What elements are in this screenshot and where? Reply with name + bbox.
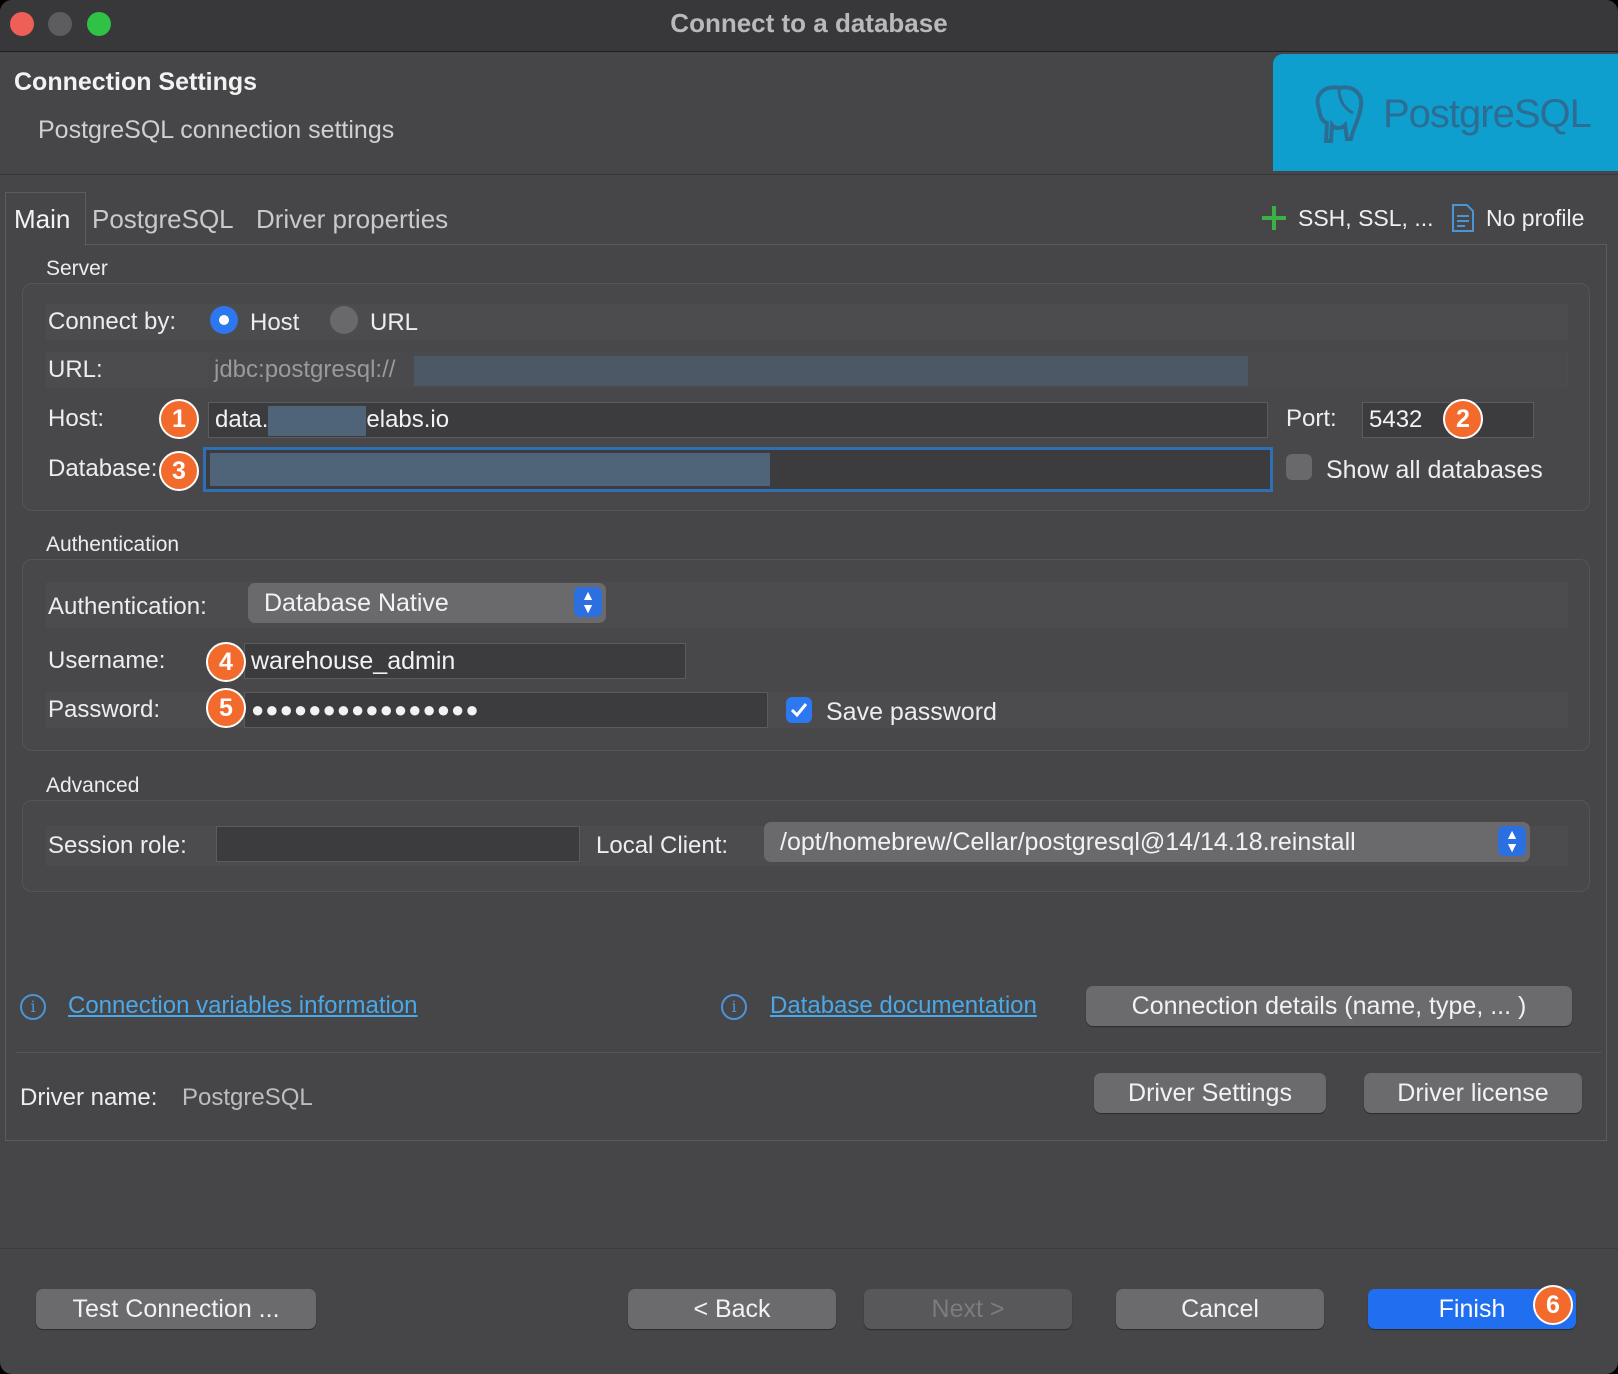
url-label: URL:	[48, 356, 103, 383]
ssh-ssl-label: SSH, SSL, ...	[1298, 205, 1434, 231]
show-all-databases-label: Show all databases	[1326, 456, 1543, 484]
authentication-select[interactable]: Database Native ▲ ▼	[248, 583, 606, 623]
url-value: jdbc:postgresql://	[214, 356, 396, 383]
step-badge-6: 6	[1533, 1285, 1573, 1325]
driver-settings-button[interactable]: Driver Settings	[1094, 1073, 1326, 1113]
connection-variables-link[interactable]: Connection variables information	[68, 992, 418, 1020]
url-option-label: URL	[370, 309, 419, 336]
server-group-title: Server	[46, 257, 108, 280]
profile-label: No profile	[1486, 205, 1585, 231]
connect-by-label: Connect by:	[48, 308, 177, 335]
document-icon	[1452, 204, 1474, 232]
password-input[interactable]: ●●●●●●●●●●●●●●●●	[244, 692, 768, 728]
password-label: Password:	[48, 696, 161, 723]
host-value-prefix: data.	[215, 406, 269, 433]
tab-postgresql[interactable]: PostgreSQL	[92, 204, 234, 235]
session-role-input[interactable]	[216, 826, 580, 862]
database-label: Database:	[48, 455, 158, 482]
elephant-icon	[1315, 85, 1364, 143]
chevron-updown-icon: ▲ ▼	[574, 587, 602, 617]
driver-license-button[interactable]: Driver license	[1364, 1073, 1582, 1113]
ssh-ssl-button[interactable]: SSH, SSL, ...	[1260, 200, 1440, 236]
show-all-databases-checkbox[interactable]	[1286, 454, 1312, 480]
session-role-label: Session role:	[48, 832, 187, 859]
save-password-checkbox[interactable]	[786, 697, 812, 723]
tab-driver-properties[interactable]: Driver properties	[256, 204, 448, 235]
host-option-label: Host	[250, 309, 300, 336]
local-client-value: /opt/homebrew/Cellar/postgresql@14/14.18…	[780, 828, 1356, 856]
url-radio[interactable]	[330, 306, 358, 334]
back-button[interactable]: < Back	[628, 1289, 836, 1329]
step-badge-5: 5	[206, 688, 246, 728]
chevron-updown-icon: ▲ ▼	[1498, 826, 1526, 856]
page-title: Connection Settings	[14, 68, 258, 96]
username-value: warehouse_admin	[251, 647, 456, 675]
window-title: Connect to a database	[670, 8, 948, 38]
auth-group-title: Authentication	[46, 533, 180, 556]
username-input[interactable]: warehouse_admin	[244, 643, 686, 679]
step-badge-2: 2	[1443, 399, 1483, 439]
checkmark-icon	[790, 703, 808, 718]
port-value: 5432	[1369, 406, 1423, 433]
page-subtitle: PostgreSQL connection settings	[38, 116, 395, 144]
info-icon: i	[721, 994, 747, 1020]
advanced-group-title: Advanced	[46, 774, 140, 797]
host-radio[interactable]	[210, 306, 238, 334]
test-connection-button[interactable]: Test Connection ...	[36, 1289, 316, 1329]
save-password-label: Save password	[826, 698, 997, 726]
postgresql-logo: PostgreSQL	[1273, 54, 1618, 171]
title-bar: Connect to a database	[0, 0, 1618, 52]
database-documentation-link[interactable]: Database documentation	[770, 992, 1037, 1020]
step-badge-1: 1	[159, 399, 199, 439]
host-redaction	[268, 405, 367, 436]
info-icon: i	[20, 994, 46, 1020]
connection-details-button[interactable]: Connection details (name, type, ... )	[1086, 986, 1572, 1026]
host-value-suffix: elabs.io	[366, 406, 450, 433]
local-client-label: Local Client:	[596, 832, 729, 859]
host-label: Host:	[48, 405, 105, 432]
database-redaction	[210, 453, 770, 486]
username-label: Username:	[48, 647, 166, 674]
tab-main[interactable]: Main	[14, 204, 70, 235]
step-badge-3: 3	[159, 451, 199, 491]
dialog-window: Connect to a database Connection Setting…	[0, 0, 1618, 1374]
password-value: ●●●●●●●●●●●●●●●●	[251, 697, 480, 722]
url-redaction	[414, 356, 1248, 386]
authentication-value: Database Native	[264, 589, 449, 617]
port-label: Port:	[1286, 405, 1337, 432]
authentication-label: Authentication:	[48, 593, 207, 620]
plus-icon	[1262, 206, 1286, 230]
step-badge-4: 4	[206, 642, 246, 682]
host-input[interactable]: data. elabs.io	[208, 402, 1268, 438]
local-client-select[interactable]: /opt/homebrew/Cellar/postgresql@14/14.18…	[764, 822, 1530, 862]
cancel-button[interactable]: Cancel	[1116, 1289, 1324, 1329]
driver-name-label: Driver name:	[20, 1084, 158, 1111]
logo-text: PostgreSQL	[1383, 92, 1592, 136]
driver-name-value: PostgreSQL	[182, 1084, 313, 1111]
profile-button[interactable]: No profile	[1450, 200, 1600, 236]
next-button[interactable]: Next >	[864, 1289, 1072, 1329]
